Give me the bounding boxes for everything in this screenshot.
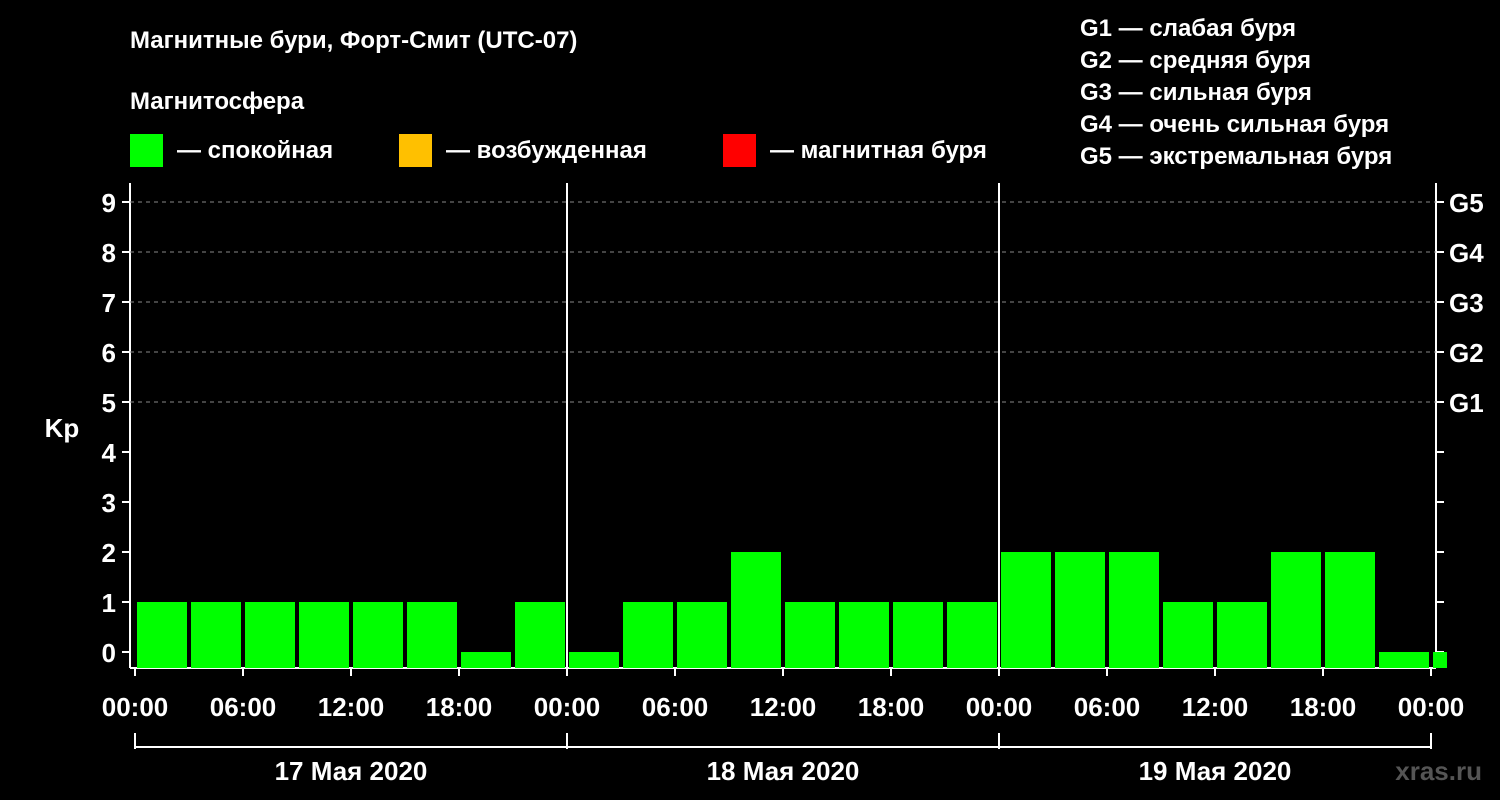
bar-9	[623, 602, 673, 668]
y-tick-label-5: 5	[102, 388, 116, 418]
legend-label-2: — магнитная буря	[770, 137, 987, 164]
kp-chart: Магнитные бури, Форт-Смит (UTC-07) Магни…	[45, 15, 1485, 786]
y-tick-label-7: 7	[102, 288, 116, 318]
legend: — спокойная — возбужденная — магнитная бур…	[130, 134, 987, 167]
bar-4	[353, 602, 403, 668]
storm-scale-item-1: G2 — средняя буря	[1080, 47, 1311, 74]
day-label-2: 19 Мая 2020	[1139, 756, 1292, 786]
bar-2	[245, 602, 295, 668]
bar-12	[785, 602, 835, 668]
bar-14	[893, 602, 943, 668]
storm-scale-item-3: G4 — очень сильная буря	[1080, 111, 1389, 138]
bar-23	[1379, 652, 1429, 668]
right-tick-label-G5: G5	[1449, 188, 1484, 218]
legend-swatch-1	[399, 134, 432, 167]
x-tick-label-7: 18:00	[858, 692, 925, 722]
storm-scale-legend: G1 — слабая буря G2 — средняя буря G3 — си…	[1080, 15, 1392, 170]
bar-3	[299, 602, 349, 668]
storm-scale-item-2: G3 — сильная буря	[1080, 79, 1312, 106]
x-tick-label-6: 12:00	[750, 692, 817, 722]
y-tick-label-9: 9	[102, 188, 116, 218]
y-tick-label-6: 6	[102, 338, 116, 368]
bar-16	[1001, 552, 1051, 668]
bar-1	[191, 602, 241, 668]
storm-scale-item-4: G5 — экстремальная буря	[1080, 143, 1392, 170]
day-label-0: 17 Мая 2020	[275, 756, 428, 786]
bar-15	[947, 602, 997, 668]
right-tick-label-G4: G4	[1449, 238, 1484, 268]
y-tick-label-3: 3	[102, 488, 116, 518]
legend-label-1: — возбужденная	[446, 137, 647, 164]
watermark: xras.ru	[1395, 756, 1482, 786]
bar-21	[1271, 552, 1321, 668]
bar-8	[569, 652, 619, 668]
y-tick-label-8: 8	[102, 238, 116, 268]
storm-scale-item-0: G1 — слабая буря	[1080, 15, 1296, 42]
plot-area: 0 1 2 3 4 5 6 7 8 9 G1 G2 G3 G4 G5 00:00 06:00 12:00 18:00…	[102, 183, 1484, 786]
x-tick-label-2: 12:00	[318, 692, 385, 722]
bar-6	[461, 652, 511, 668]
bar-13	[839, 602, 889, 668]
x-tick-label-3: 18:00	[426, 692, 493, 722]
bar-19	[1163, 602, 1213, 668]
bar-17	[1055, 552, 1105, 668]
x-tick-label-4: 00:00	[534, 692, 601, 722]
bar-20	[1217, 602, 1267, 668]
x-tick-label-11: 18:00	[1290, 692, 1357, 722]
x-tick-label-8: 00:00	[966, 692, 1033, 722]
x-tick-label-10: 12:00	[1182, 692, 1249, 722]
x-tick-label-1: 06:00	[210, 692, 277, 722]
chart-title: Магнитные бури, Форт-Смит (UTC-07)	[130, 27, 577, 54]
y-axis-label: Kp	[45, 413, 80, 443]
y-tick-label-4: 4	[102, 438, 117, 468]
y-tick-label-0: 0	[102, 638, 116, 668]
legend-swatch-0	[130, 134, 163, 167]
y-tick-label-1: 1	[102, 588, 116, 618]
bar-5	[407, 602, 457, 668]
legend-swatch-2	[723, 134, 756, 167]
x-tick-label-9: 06:00	[1074, 692, 1141, 722]
legend-heading: Магнитосфера	[130, 88, 305, 115]
x-tick-label-0: 00:00	[102, 692, 169, 722]
x-tick-label-5: 06:00	[642, 692, 709, 722]
legend-label-0: — спокойная	[177, 137, 333, 164]
bar-22	[1325, 552, 1375, 668]
x-tick-label-12: 00:00	[1398, 692, 1465, 722]
day-label-1: 18 Мая 2020	[707, 756, 860, 786]
bar-7	[515, 602, 565, 668]
right-tick-label-G3: G3	[1449, 288, 1484, 318]
y-tick-label-2: 2	[102, 538, 116, 568]
bar-10	[677, 602, 727, 668]
bar-18	[1109, 552, 1159, 668]
bar-0	[137, 602, 187, 668]
right-tick-label-G2: G2	[1449, 338, 1484, 368]
right-tick-label-G1: G1	[1449, 388, 1484, 418]
bar-24	[1433, 652, 1447, 668]
bar-11	[731, 552, 781, 668]
